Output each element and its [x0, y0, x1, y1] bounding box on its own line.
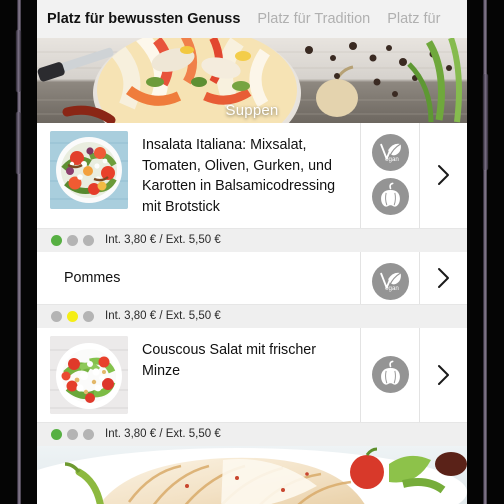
category-tab-bar: Platz für bewussten Genuss Platz für Tra…	[37, 0, 467, 38]
tab-tradition[interactable]: Platz für Tradition	[257, 11, 370, 27]
nutrition-dot	[51, 428, 62, 440]
volume-down-button[interactable]	[16, 112, 21, 174]
svg-text:egan: egan	[385, 285, 399, 292]
bell-pepper-icon	[380, 360, 400, 385]
menu-item-thumbnail	[50, 335, 128, 414]
menu-item-thumbnail	[50, 131, 128, 209]
nutrition-dots	[51, 310, 94, 322]
nutrition-dot	[67, 234, 78, 246]
vegan-leaf-icon: egan	[379, 272, 401, 292]
category-hero-banner[interactable]: Suppen	[37, 38, 467, 123]
svg-text:egan: egan	[385, 156, 399, 163]
volume-up-button[interactable]	[16, 30, 21, 92]
chevron-right-icon	[438, 364, 449, 385]
pepper-badge[interactable]	[371, 178, 409, 215]
nutrition-dot	[67, 428, 78, 440]
menu-item-price-bar: Int. 3,80 € / Ext. 5,50 €	[37, 421, 467, 446]
nutrition-dot	[51, 310, 62, 322]
menu-item-price: Int. 3,80 € / Ext. 5,50 €	[105, 310, 221, 323]
menu-item-row[interactable]: Insalata Italiana: Mixsalat, Tomaten, Ol…	[37, 123, 467, 228]
tab-bewussten-genuss[interactable]: Platz für bewussten Genuss	[47, 11, 240, 27]
phone-screen: Platz für bewussten Genuss Platz für Tra…	[37, 0, 467, 504]
mixed-salad-image	[50, 131, 128, 209]
chevron-right-icon	[438, 165, 449, 186]
chevron-right-icon	[438, 267, 449, 288]
menu-item-thumbnail-placeholder	[37, 252, 50, 304]
menu-item-price-bar: Int. 3,80 € / Ext. 5,50 €	[37, 227, 467, 252]
menu-item-open-arrow[interactable]	[419, 327, 467, 422]
menu-item-row[interactable]: Couscous Salat mit frischer Minze	[37, 327, 467, 422]
menu-item-price: Int. 3,80 € / Ext. 5,50 €	[105, 234, 221, 247]
nutrition-dot	[67, 310, 78, 322]
grilled-fish-image	[37, 445, 467, 504]
menu-item-name: Insalata Italiana: Mixsalat, Tomaten, Ol…	[142, 137, 336, 216]
menu-item-open-arrow[interactable]	[419, 123, 467, 228]
menu-item-name: Pommes	[64, 269, 121, 286]
vegan-badge[interactable]: egan	[371, 134, 409, 171]
menu-item-badges: egan	[360, 251, 419, 304]
menu-item-name: Couscous Salat mit frischer Minze	[142, 341, 317, 379]
vegan-leaf-icon: egan	[379, 143, 401, 163]
vegan-badge[interactable]: egan	[371, 262, 409, 300]
nutrition-dot	[83, 310, 94, 322]
menu-item-price: Int. 3,80 € / Ext. 5,50 €	[105, 428, 221, 441]
nutrition-dots	[51, 428, 94, 440]
nutrition-dot	[83, 428, 94, 440]
nutrition-dot	[83, 234, 94, 246]
menu-item-thumbnail-wrap	[37, 123, 128, 228]
menu-item-thumbnail-wrap	[37, 328, 128, 422]
menu-item-price-bar: Int. 3,80 € / Ext. 5,50 €	[37, 303, 467, 328]
category-banner-label: Suppen	[225, 102, 279, 119]
phone-device-frame: Platz für bewussten Genuss Platz für Tra…	[0, 0, 504, 504]
bell-pepper-icon	[380, 182, 400, 207]
couscous-salad-image	[50, 335, 128, 414]
pepper-badge[interactable]	[371, 355, 409, 393]
power-button[interactable]	[483, 74, 488, 170]
menu-item-open-arrow[interactable]	[419, 251, 467, 304]
nutrition-dot	[51, 234, 62, 246]
menu-item-badges	[360, 327, 419, 422]
tab-platz-fuer[interactable]: Platz für	[387, 11, 440, 27]
menu-item-row[interactable]: Pommes egan	[37, 251, 467, 304]
nutrition-dots	[51, 234, 94, 246]
menu-item-badges: egan	[360, 123, 419, 228]
next-category-banner[interactable]	[37, 445, 467, 504]
